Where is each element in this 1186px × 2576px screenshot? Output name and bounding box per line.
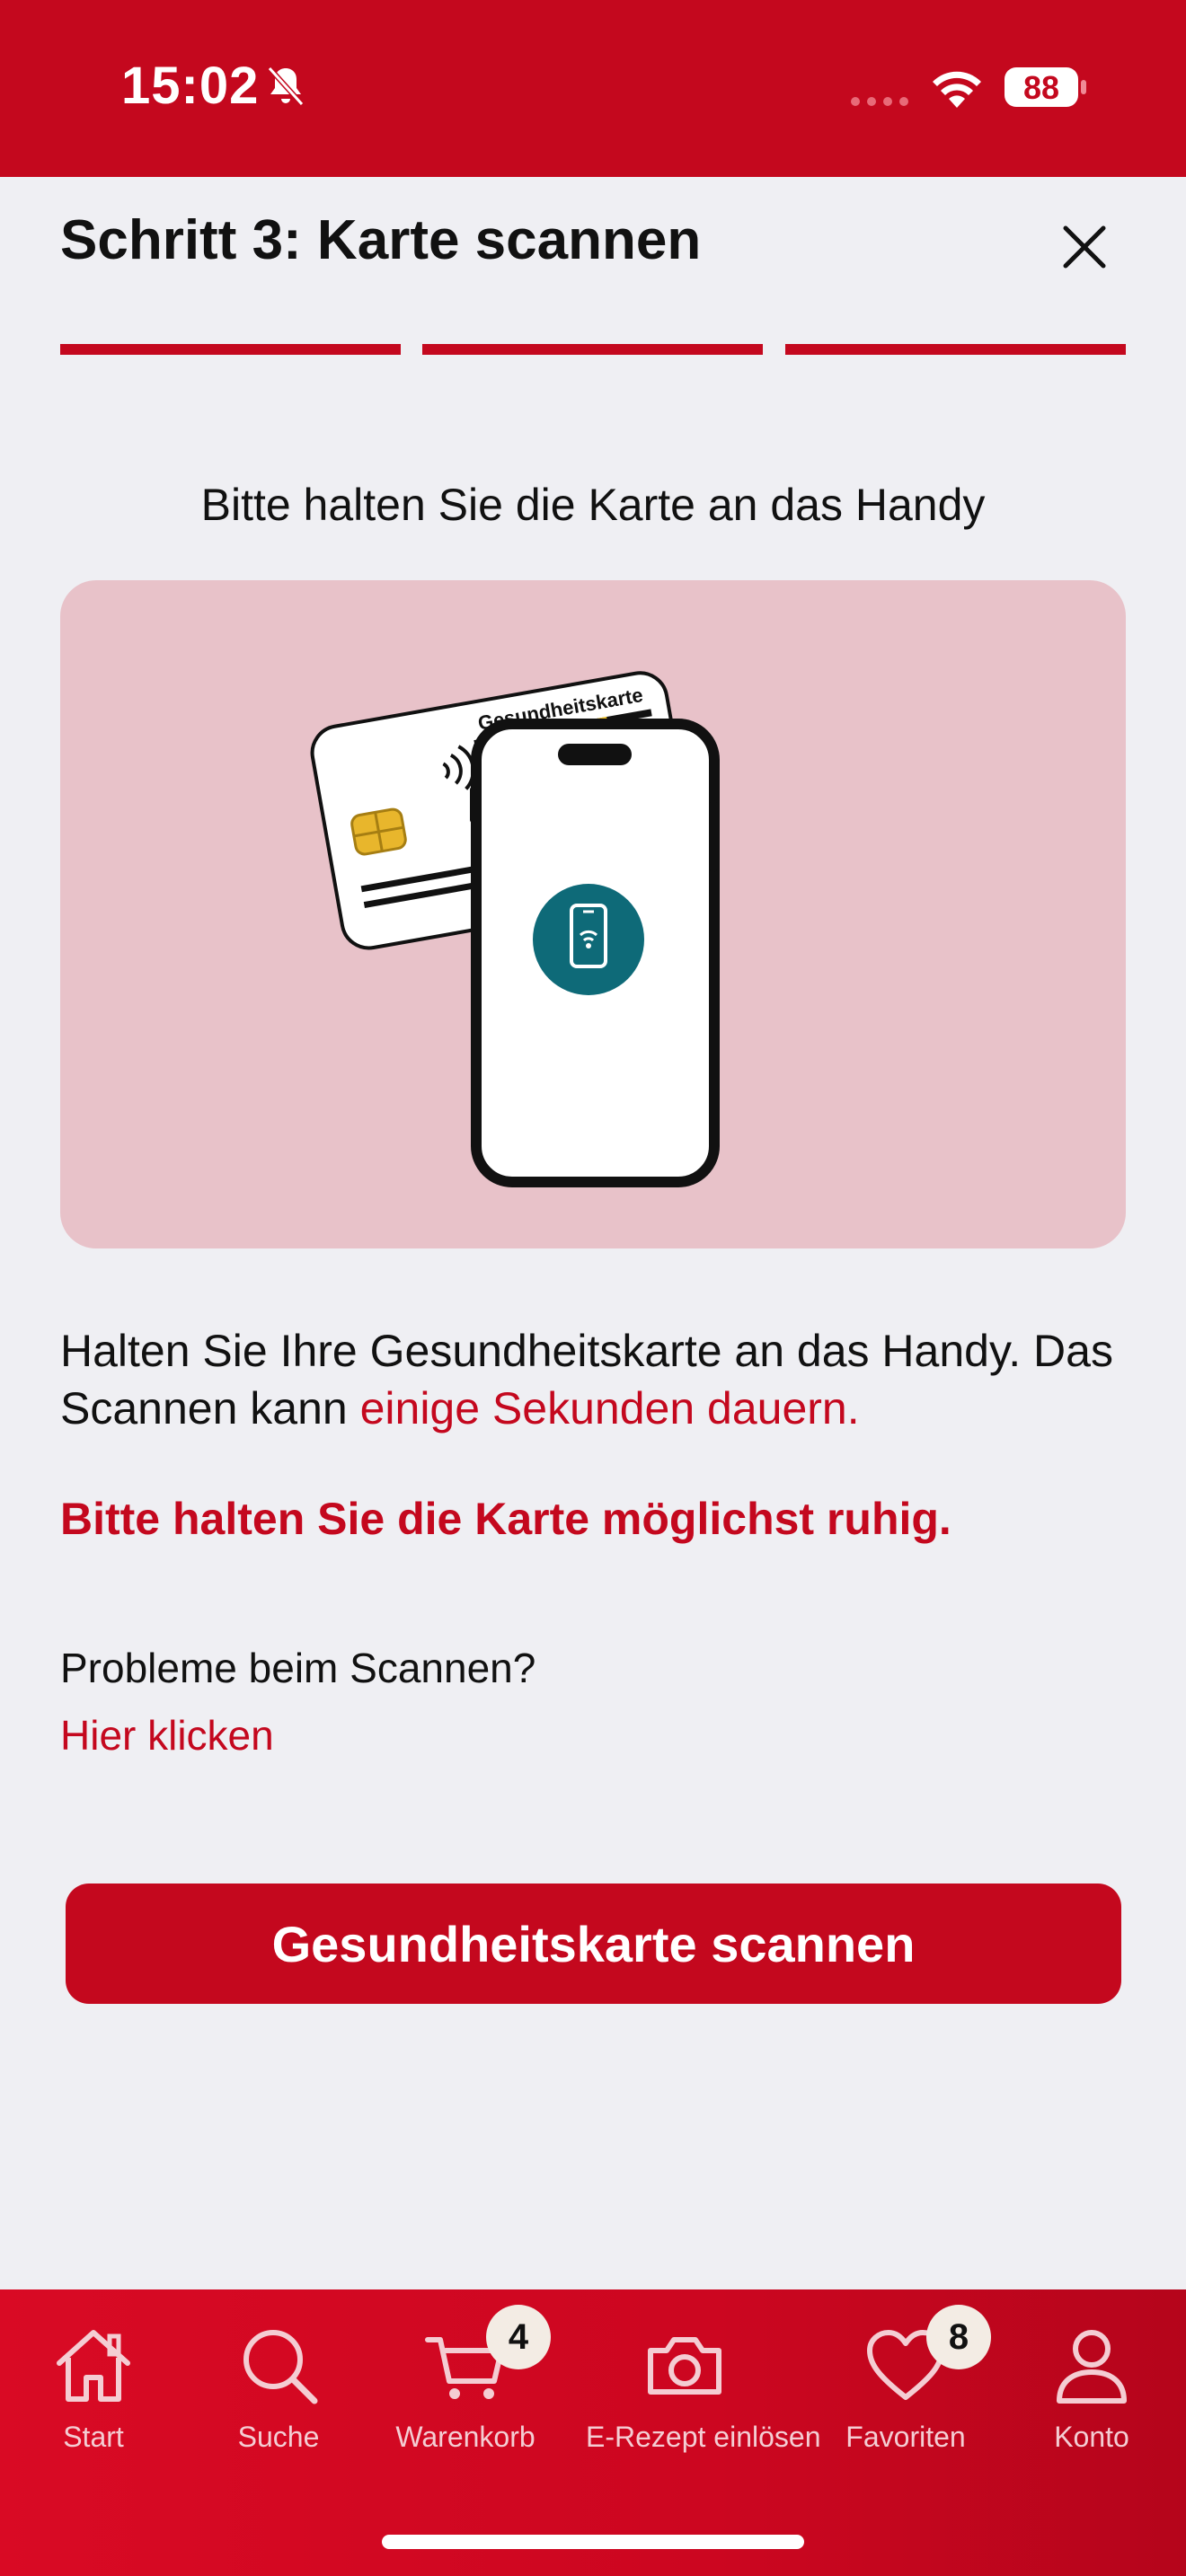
scan-duration-highlight: einige Sekunden dauern. <box>359 1383 860 1434</box>
favorites-count-badge: 8 <box>926 2305 991 2369</box>
tab-search[interactable]: Suche <box>180 2322 377 2483</box>
tab-label-account: Konto <box>1054 2421 1129 2453</box>
tab-label-start: Start <box>63 2421 124 2453</box>
tab-label-cart: Warenkorb <box>395 2421 535 2453</box>
status-time: 15:02 <box>121 57 260 115</box>
tab-label-erezept: E-Rezept einlösen <box>586 2421 821 2453</box>
tab-label-favorites: Favoriten <box>845 2421 966 2453</box>
phone <box>470 719 720 1187</box>
search-icon <box>243 2330 318 2404</box>
progress-step-2 <box>422 344 763 355</box>
scan-description: Halten Sie Ihre Gesundheitskarte an das … <box>60 1322 1138 1437</box>
card-chip-icon <box>350 807 407 856</box>
battery-icon: 88 <box>1003 65 1089 110</box>
signal-dots-icon <box>851 97 908 106</box>
home-indicator[interactable] <box>382 2535 804 2549</box>
scan-card-button[interactable]: Gesundheitskarte scannen <box>66 1883 1121 2004</box>
status-bar: 15:02 88 <box>0 0 1186 177</box>
tab-bar: Start Suche Warenkorb 4 E-Rezept einlöse… <box>0 2289 1186 2576</box>
battery-level: 88 <box>1022 69 1060 106</box>
wifi-icon <box>933 71 981 108</box>
tab-start[interactable]: Start <box>0 2322 192 2483</box>
tab-label-search: Suche <box>237 2421 320 2453</box>
progress-step-3 <box>785 344 1126 355</box>
help-link[interactable]: Hier klicken <box>60 1711 274 1760</box>
camera-icon <box>648 2337 721 2395</box>
close-icon[interactable] <box>1057 219 1112 275</box>
instruction-text: Bitte halten Sie die Karte an das Handy <box>200 480 986 530</box>
problem-text: Probleme beim Scannen? <box>60 1645 536 1691</box>
hold-still-warning: Bitte halten Sie die Karte möglichst ruh… <box>60 1494 951 1544</box>
progress-step-1 <box>60 344 401 355</box>
page-title: Schritt 3: Karte scannen <box>60 209 702 271</box>
scan-illustration: Gesundheitskarte <box>60 580 1126 1248</box>
bell-slash-icon <box>267 66 305 107</box>
cart-count-badge: 4 <box>486 2305 551 2369</box>
tab-erezept[interactable]: E-Rezept einlösen <box>586 2322 821 2483</box>
tab-account[interactable]: Konto <box>993 2322 1186 2483</box>
user-icon <box>1057 2330 1127 2404</box>
home-icon <box>57 2330 130 2402</box>
